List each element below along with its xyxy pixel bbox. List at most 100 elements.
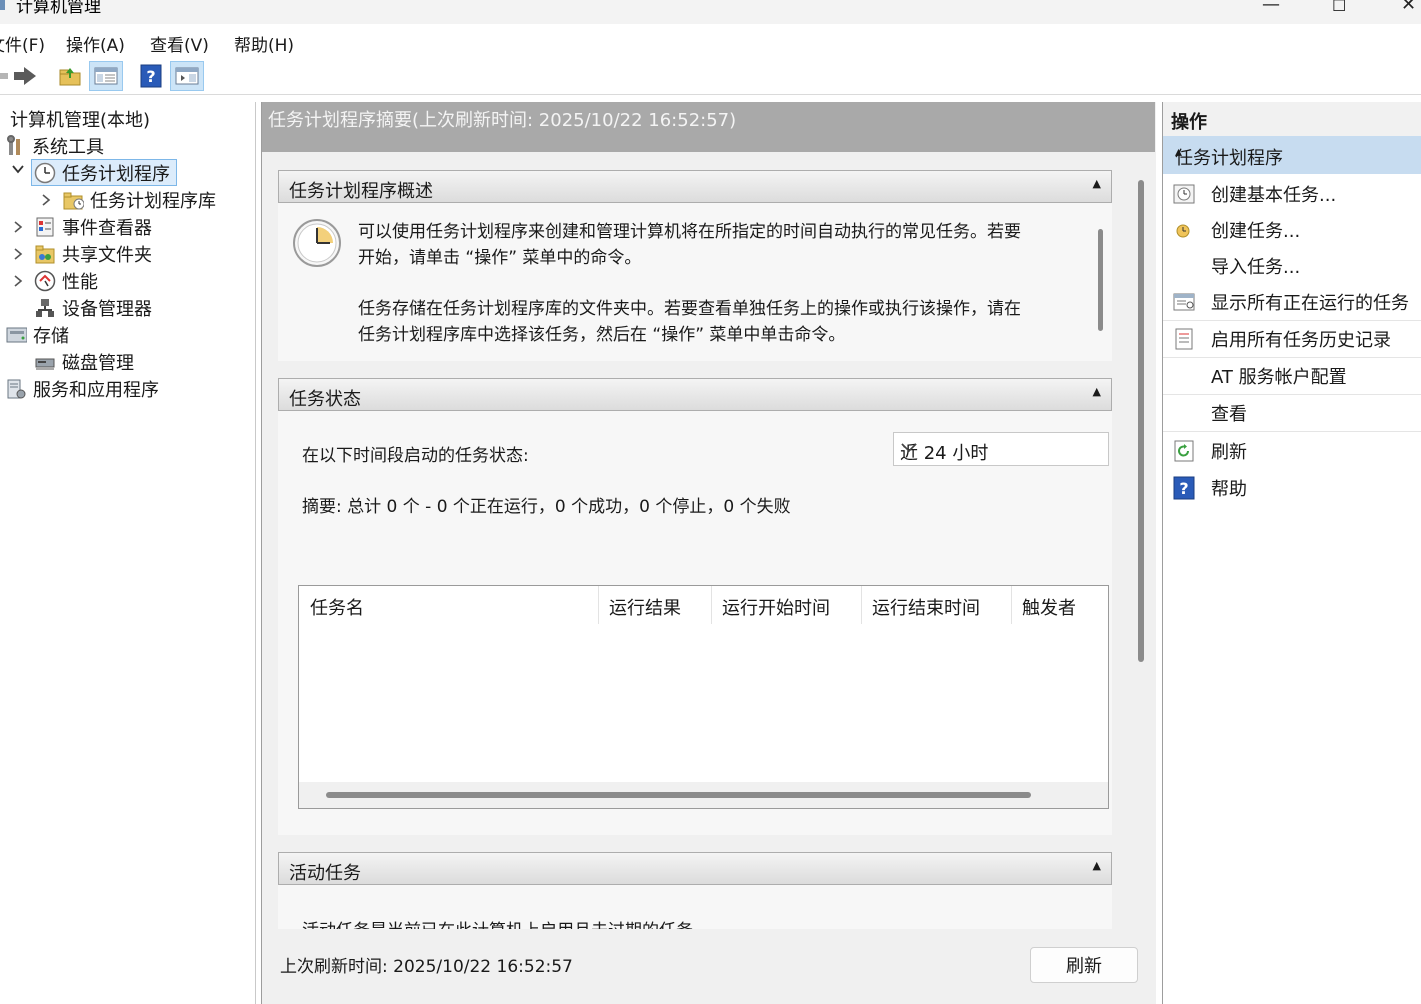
action-show-running-tasks[interactable]: 显示所有正在运行的任务 (1163, 284, 1421, 320)
summary-header-text: 任务计划程序摘要(上次刷新时间: 2025/10/22 16:52:57) (268, 110, 737, 131)
action-label: 启用所有任务历史记录 (1211, 330, 1391, 351)
clock-icon (34, 162, 56, 184)
overview-section-header[interactable]: 任务计划程序概述 ▲ (278, 170, 1112, 203)
period-dropdown[interactable]: 近 24 小时 (893, 432, 1109, 466)
help-icon: ? (1171, 475, 1197, 501)
collapse-caret-icon[interactable]: ▲ (1093, 385, 1101, 398)
tree-item-label: 任务计划程序库 (90, 191, 216, 212)
status-footer: 上次刷新时间: 2025/10/22 16:52:57 刷新 (262, 929, 1155, 1004)
refresh-button[interactable]: 刷新 (1030, 947, 1138, 983)
folder-clock-icon (62, 189, 84, 211)
chevron-down-icon (900, 437, 1102, 462)
overview-text-1b: 开始，请单击 “操作” 菜单中的命令。 (358, 248, 642, 268)
svg-text:?: ? (1179, 479, 1188, 498)
tree-item-label: 系统工具 (32, 137, 104, 158)
column-divider[interactable] (598, 586, 599, 624)
overview-text-1a: 可以使用任务计划程序来创建和管理计算机将在所指定的时间自动执行的常见任务。若要 (358, 222, 1021, 242)
close-button[interactable]: ✕ (1401, 0, 1416, 15)
divider (1163, 431, 1421, 432)
tree-item-computer-management[interactable]: 计算机管理(本地) (2, 106, 150, 132)
chevron-right-icon[interactable] (12, 274, 24, 292)
last-refresh-text: 上次刷新时间: 2025/10/22 16:52:57 (280, 957, 573, 977)
horizontal-scroll-thumb[interactable] (326, 792, 1031, 798)
status-section-title: 任务状态 (289, 389, 361, 410)
task-status-table[interactable]: 任务名 运行结果 运行开始时间 运行结束时间 触发者 (298, 585, 1109, 809)
tree-item-event-viewer[interactable]: 事件查看器 (34, 214, 152, 240)
status-summary: 摘要: 总计 0 个 - 0 个正在运行，0 个成功，0 个停止，0 个失败 (302, 497, 791, 517)
action-label: 刷新 (1211, 442, 1247, 463)
collapse-caret-icon[interactable]: ▴ (1175, 144, 1421, 160)
tree-item-services-apps[interactable]: 服务和应用程序 (5, 376, 159, 402)
overview-section-body: 可以使用任务计划程序来创建和管理计算机将在所指定的时间自动执行的常见任务。若要 … (278, 203, 1112, 361)
column-header-start-time[interactable]: 运行开始时间 (722, 594, 830, 620)
collapse-caret-icon[interactable]: ▲ (1093, 177, 1101, 190)
action-label: 导入任务... (1211, 257, 1301, 278)
menu-file[interactable]: 文件(F) (0, 31, 45, 56)
vertical-scroll-thumb[interactable] (1138, 180, 1144, 662)
column-header-result[interactable]: 运行结果 (609, 594, 681, 620)
column-divider[interactable] (711, 586, 712, 624)
column-header-task-name[interactable]: 任务名 (310, 594, 364, 620)
chevron-right-icon[interactable] (12, 220, 24, 238)
active-section-body: 活动任务是当前已在此计算机上启用且未过期的任务。 (278, 885, 1112, 929)
maximize-button[interactable]: ☐ (1332, 0, 1346, 15)
tree-item-storage[interactable]: 存储 (5, 322, 69, 348)
chevron-right-icon[interactable] (40, 193, 52, 211)
show-hide-action-pane-icon[interactable] (170, 61, 204, 91)
action-help[interactable]: ? 帮助 (1163, 470, 1421, 506)
action-view[interactable]: 查看 (1163, 395, 1421, 431)
overview-scrollbar[interactable] (1098, 229, 1103, 331)
tree-item-performance[interactable]: 性能 (34, 268, 98, 294)
action-label: 查看 (1211, 404, 1247, 425)
action-refresh[interactable]: 刷新 (1163, 433, 1421, 469)
action-label: 帮助 (1211, 479, 1247, 500)
active-section-header[interactable]: 活动任务 ▲ (278, 852, 1112, 885)
tree-item-label: 计算机管理(本地) (10, 110, 151, 131)
actions-pane: 操作 任务计划程序 ▴ 创建基本任务... 创建任务... 导入任务... 显示… (1162, 102, 1421, 1004)
column-divider[interactable] (861, 586, 862, 624)
period-label: 在以下时间段启动的任务状态: (302, 446, 529, 466)
tree-item-shared-folders[interactable]: 共享文件夹 (34, 241, 152, 267)
action-import-task[interactable]: 导入任务... (1163, 248, 1421, 284)
action-at-service-config[interactable]: AT 服务帐户配置 (1163, 358, 1421, 394)
action-create-basic-task[interactable]: 创建基本任务... (1163, 176, 1421, 212)
show-hide-console-tree-icon[interactable] (89, 61, 123, 91)
tree-item-system-tools[interactable]: 系统工具 (4, 133, 104, 159)
status-section-header[interactable]: 任务状态 ▲ (278, 378, 1112, 411)
menu-action[interactable]: 操作(A) (66, 31, 125, 56)
device-manager-icon (34, 297, 56, 319)
horizontal-scrollbar[interactable] (299, 782, 1108, 808)
computer-icon (2, 108, 6, 130)
action-create-task[interactable]: 创建任务... (1163, 212, 1421, 248)
up-folder-icon[interactable] (54, 61, 86, 91)
tree-item-task-library[interactable]: 任务计划程序库 (62, 187, 216, 213)
chevron-down-icon[interactable] (11, 163, 25, 179)
column-header-triggered-by[interactable]: 触发者 (1022, 594, 1076, 620)
refresh-icon (1171, 438, 1197, 464)
tree-item-label: 事件查看器 (62, 218, 152, 239)
help-icon[interactable]: ? (135, 61, 167, 91)
forward-arrow-icon[interactable] (8, 61, 40, 91)
tree-item-disk-management[interactable]: 磁盘管理 (34, 349, 134, 375)
tools-icon (4, 135, 26, 157)
tree-item-task-scheduler[interactable]: 任务计划程序 (31, 159, 177, 186)
column-header-end-time[interactable]: 运行结束时间 (872, 594, 980, 620)
console-tree: 计算机管理(本地) 系统工具 任务计划程序 任务计划程序库 事件查看器 共享文件… (0, 102, 256, 1004)
chevron-right-icon[interactable] (12, 247, 24, 265)
tree-item-device-manager[interactable]: 设备管理器 (34, 295, 152, 321)
active-section-title: 活动任务 (289, 863, 361, 884)
summary-header: 任务计划程序摘要(上次刷新时间: 2025/10/22 16:52:57) (262, 102, 1155, 152)
action-enable-history[interactable]: 启用所有任务历史记录 (1163, 321, 1421, 357)
column-divider[interactable] (1011, 586, 1012, 624)
actions-header: 操作 (1163, 102, 1421, 137)
actions-section-header[interactable]: 任务计划程序 ▴ (1163, 136, 1421, 174)
collapse-caret-icon[interactable]: ▲ (1093, 859, 1101, 872)
shared-folder-icon (34, 243, 56, 265)
menu-view[interactable]: 查看(V) (150, 31, 209, 56)
menu-help[interactable]: 帮助(H) (234, 31, 294, 56)
tree-item-label: 性能 (62, 272, 98, 293)
minimize-button[interactable]: — (1262, 0, 1280, 15)
disk-icon (34, 351, 56, 373)
menu-bar: 文件(F) 操作(A) 查看(V) 帮助(H) (0, 24, 1421, 59)
action-label: 创建基本任务... (1211, 185, 1337, 206)
